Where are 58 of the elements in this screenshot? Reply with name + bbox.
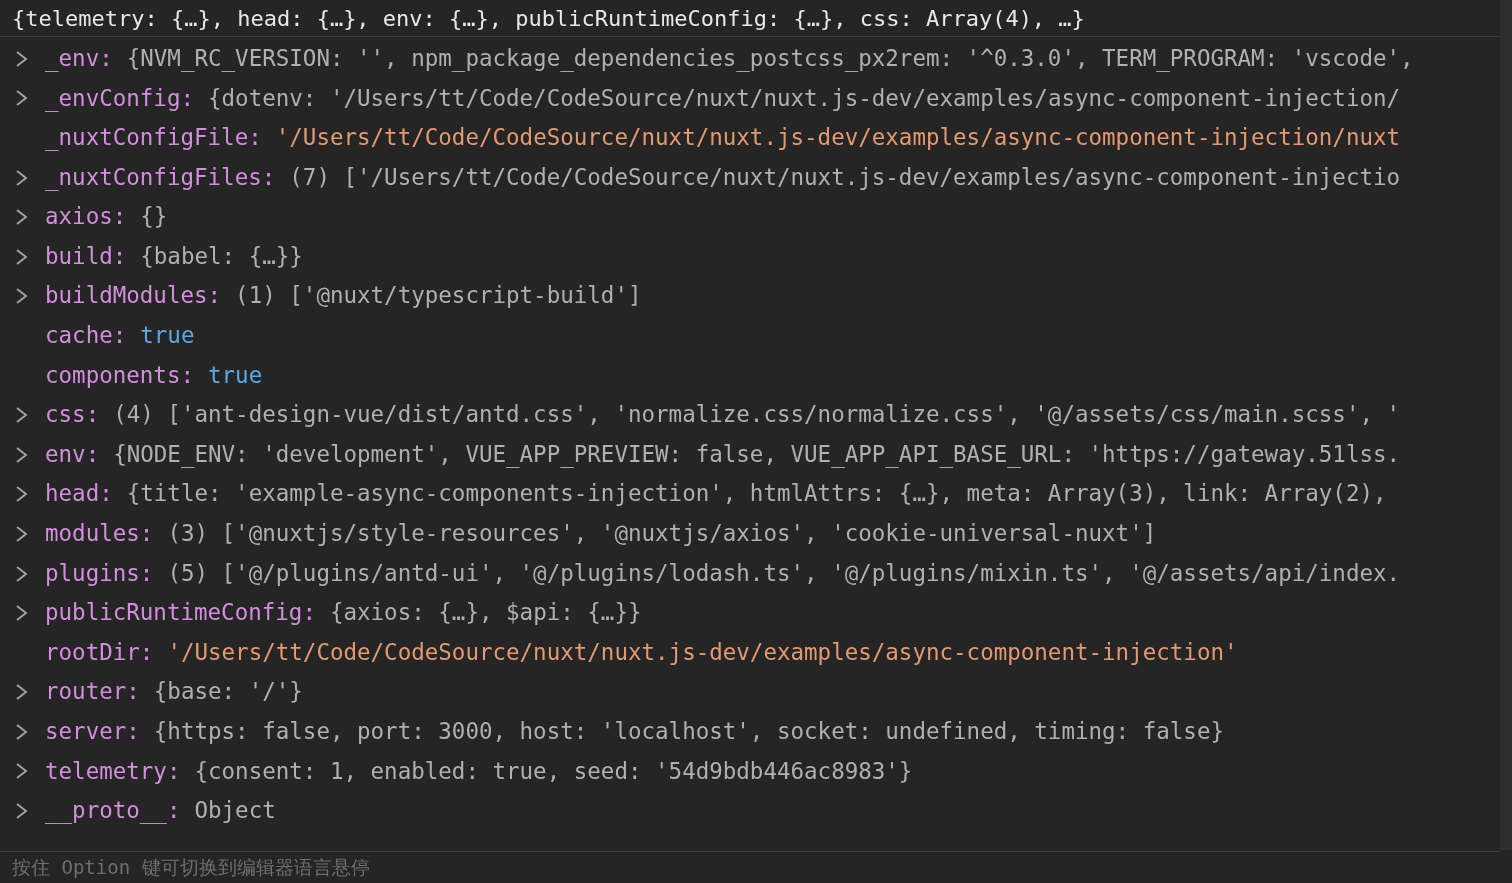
property-value: (1) ['@nuxt/typescript-build'] [235,281,642,311]
expand-chevron-icon[interactable] [15,683,29,702]
expand-chevron-icon[interactable] [15,168,29,187]
property-key: cache: [45,319,127,353]
property-value: {consent: 1, enabled: true, seed: '54d9bdb446ac8983'} [194,756,913,786]
property-value: {NVM_RC_VERSION: '', npm_package_dependencies_postcss_px2rem: '^0.3.0', TERM_PROGRAM: 'vscode', [126,43,1414,74]
property-key: _env: [45,41,113,76]
property-key: head: [45,477,113,512]
expand-chevron-icon[interactable] [15,89,29,108]
expand-chevron-icon[interactable] [15,287,29,306]
expand-chevron-icon[interactable] [15,604,29,623]
property-key: __proto__: [45,794,181,828]
property-key: env: [45,437,100,472]
expand-chevron-icon[interactable] [15,406,29,425]
expand-chevron-icon[interactable] [15,524,29,543]
property-value: '/Users/tt/Code/CodeSource/nuxt/nuxt.js-dev/examples/async-component-injection/nuxt [275,123,1401,153]
property-value: {title: 'example-async-components-injection', htmlAttrs: {…}, meta: Array(3), link: Array(2), [126,479,1387,509]
property-key: css: [45,398,100,432]
property-value: {} [140,202,168,232]
property-value: Object [194,796,276,826]
status-hint: 按住 Option 键可切换到编辑器语言悬停 [12,855,370,881]
property-value: (5) ['@/plugins/antd-ui', '@/plugins/lodash.ts', '@/plugins/mixin.ts', '@/assets/api/index. [167,558,1401,588]
property-key: _nuxtConfigFile: [45,121,262,155]
property-key: components: [45,358,194,393]
expand-chevron-icon[interactable] [15,564,29,583]
property-value: (3) ['@nuxtjs/style-resources', '@nuxtjs/axios', 'cookie-universal-nuxt'] [167,519,1157,549]
property-key: _envConfig: [45,81,194,116]
property-key: axios: [45,200,127,235]
property-value: true [208,360,263,390]
expand-chevron-icon[interactable] [15,49,29,68]
property-value: {NODE_ENV: 'development', VUE_APP_PREVIEW: false, VUE_APP_API_BASE_URL: 'https://gateway.51lss. [113,439,1401,470]
property-key: publicRuntimeConfig: [45,596,316,630]
expand-chevron-icon[interactable] [15,445,29,464]
expand-chevron-icon[interactable] [15,247,29,266]
property-value: {https: false, port: 3000, host: 'localhost', socket: undefined, timing: false} [153,717,1224,746]
property-value: (7) ['/Users/tt/Code/CodeSource/nuxt/nuxt.js-dev/examples/async-component-injectio [289,162,1401,192]
property-key: server: [45,715,140,749]
property-key: buildModules: [45,279,222,314]
object-summary: {telemetry: {…}, head: {…}, env: {…}, publicRuntimeConfig: {…}, css: Array(4), …} [12,4,1085,33]
property-key: _nuxtConfigFiles: [45,160,276,195]
property-key: build: [45,239,127,274]
property-value: {axios: {…}, $api: {…}} [329,598,642,628]
property-value: (4) ['ant-design-vue/dist/antd.css', 'normalize.css/normalize.css', '@/assets/css/main.scss', ' [113,400,1401,430]
expand-chevron-icon[interactable] [15,485,29,504]
property-key: rootDir: [45,635,154,670]
property-value: {base: '/'} [153,677,303,707]
expand-chevron-icon[interactable] [15,802,29,821]
expand-chevron-icon[interactable] [15,208,29,227]
property-value: {dotenv: '/Users/tt/Code/CodeSource/nuxt/nuxt.js-dev/examples/async-component-injection/ [208,83,1401,113]
property-key: plugins: [45,556,154,591]
property-key: telemetry: [45,754,181,789]
property-value: {babel: {…}} [140,241,303,271]
property-value: '/Users/tt/Code/CodeSource/nuxt/nuxt.js-dev/examples/async-component-injection' [167,637,1238,667]
property-key: modules: [45,517,154,551]
expand-chevron-icon[interactable] [15,762,29,781]
expand-chevron-icon[interactable] [15,722,29,741]
property-value: true [140,321,195,351]
property-key: router: [45,675,140,710]
